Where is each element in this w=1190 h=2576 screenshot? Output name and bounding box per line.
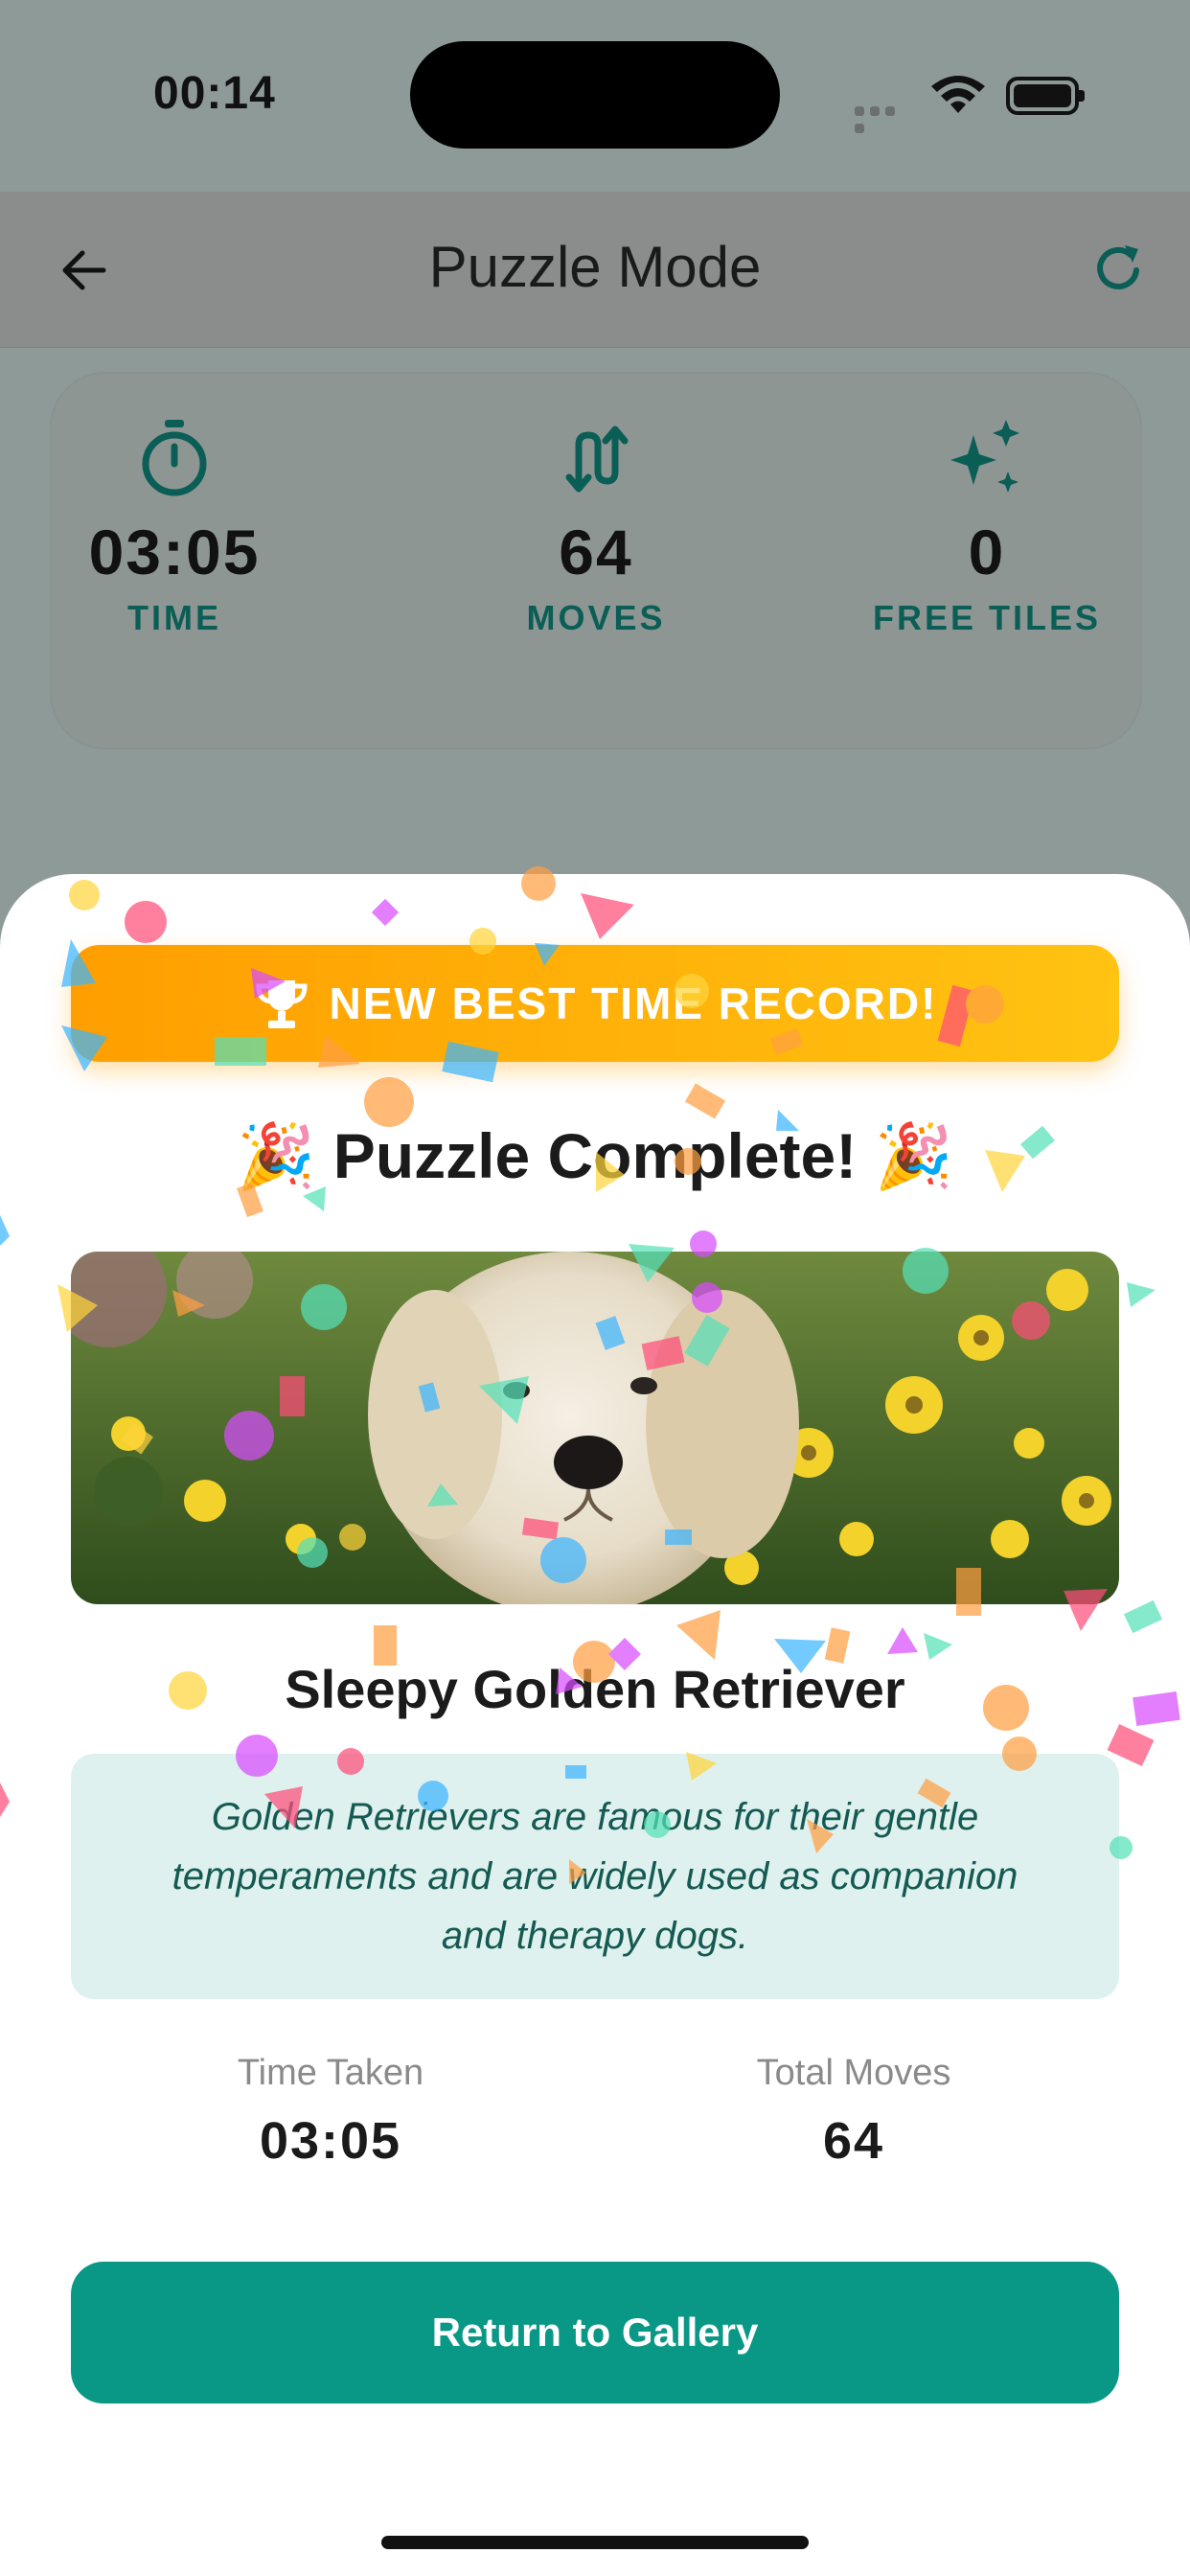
battery-icon (1006, 77, 1085, 115)
best-time-label: NEW BEST TIME RECORD! (329, 978, 938, 1028)
moves-label: MOVES (526, 598, 666, 637)
best-time-banner: NEW BEST TIME RECORD! (71, 945, 1119, 1062)
fun-fact-box: Golden Retrievers are famous for their g… (71, 1754, 1119, 1999)
fun-fact-text: Golden Retrievers are famous for their g… (172, 1796, 1018, 1957)
pet-name: Sleepy Golden Retriever (285, 1659, 905, 1719)
total-moves-value: 64 (822, 2112, 885, 2170)
time-taken-summary: Time Taken 03:05 (139, 2053, 522, 2171)
puppy-photo (71, 1252, 1119, 1604)
stats-card: 03:05 TIME 64 MOVES 0 FREE TILES (52, 374, 1140, 748)
puzzle-complete-title: 🎉 Puzzle Complete! 🎉 (237, 1120, 953, 1191)
cellular-signal-icon (855, 104, 914, 133)
total-moves-summary: Total Moves 64 (662, 2053, 1045, 2171)
time-taken-label: Time Taken (237, 2053, 424, 2093)
time-label: TIME (127, 598, 221, 637)
free-tiles-label: FREE TILES (872, 598, 1102, 637)
moves-value: 64 (559, 517, 633, 587)
page-title: Puzzle Mode (428, 235, 762, 299)
refresh-icon[interactable] (1088, 238, 1150, 299)
wifi-icon (931, 76, 985, 113)
golden-retriever-puppy-image (71, 1252, 1119, 1604)
status-time: 00:14 (153, 68, 276, 119)
sparkles-icon (950, 420, 1019, 493)
time-taken-value: 03:05 (259, 2112, 402, 2170)
dynamic-island (410, 41, 780, 149)
trophy-icon (256, 980, 308, 1028)
home-indicator (381, 2536, 809, 2549)
stat-moves: 64 MOVES (423, 412, 768, 638)
swap-arrows-icon (565, 426, 629, 493)
status-bar: 00:14 (0, 0, 1190, 192)
total-moves-label: Total Moves (756, 2053, 951, 2093)
navigation-bar: Puzzle Mode (0, 192, 1190, 348)
stat-free-tiles: 0 FREE TILES (814, 412, 1159, 638)
time-value: 03:05 (88, 517, 261, 587)
stat-time: 03:05 TIME (2, 412, 347, 638)
stopwatch-icon (142, 420, 207, 496)
free-tiles-value: 0 (968, 517, 1006, 587)
return-to-gallery-button[interactable]: Return to Gallery (71, 2262, 1119, 2404)
